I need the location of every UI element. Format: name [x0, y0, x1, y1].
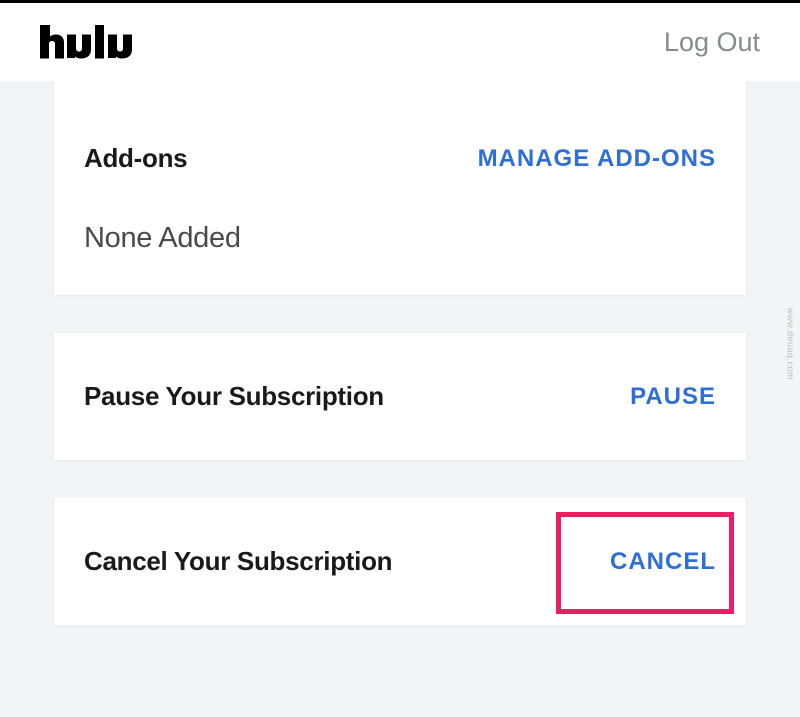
header: Log Out [0, 3, 800, 81]
pause-card: Pause Your Subscription PAUSE [54, 333, 746, 460]
pause-button[interactable]: PAUSE [630, 383, 716, 411]
cancel-title: Cancel Your Subscription [84, 546, 392, 577]
cancel-row: Cancel Your Subscription CANCEL [84, 546, 716, 577]
hulu-logo-icon [40, 25, 140, 59]
addons-card: Add-ons MANAGE ADD-ONS None Added [54, 81, 746, 295]
manage-addons-link[interactable]: MANAGE ADD-ONS [478, 145, 716, 173]
pause-row: Pause Your Subscription PAUSE [84, 381, 716, 412]
cancel-card: Cancel Your Subscription CANCEL [54, 498, 746, 625]
addons-header-row: Add-ons MANAGE ADD-ONS [84, 143, 716, 174]
addons-title: Add-ons [84, 143, 187, 174]
cancel-button[interactable]: CANCEL [610, 548, 716, 576]
hulu-logo[interactable] [40, 25, 140, 59]
watermark-text: www.deuaq.com [786, 307, 796, 380]
addons-body-text: None Added [84, 222, 716, 255]
logout-link[interactable]: Log Out [664, 27, 760, 58]
content-area: Add-ons MANAGE ADD-ONS None Added Pause … [0, 81, 800, 625]
pause-title: Pause Your Subscription [84, 381, 384, 412]
